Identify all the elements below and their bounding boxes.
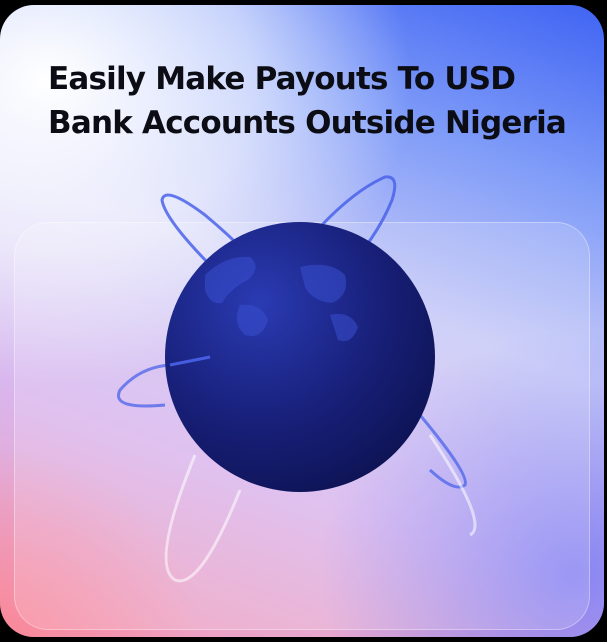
card-headline: Easily Make Payouts To USD Bank Accounts… bbox=[48, 61, 567, 141]
payout-feature-card[interactable]: Easily Make Payouts To USD Bank Accounts… bbox=[0, 5, 604, 637]
